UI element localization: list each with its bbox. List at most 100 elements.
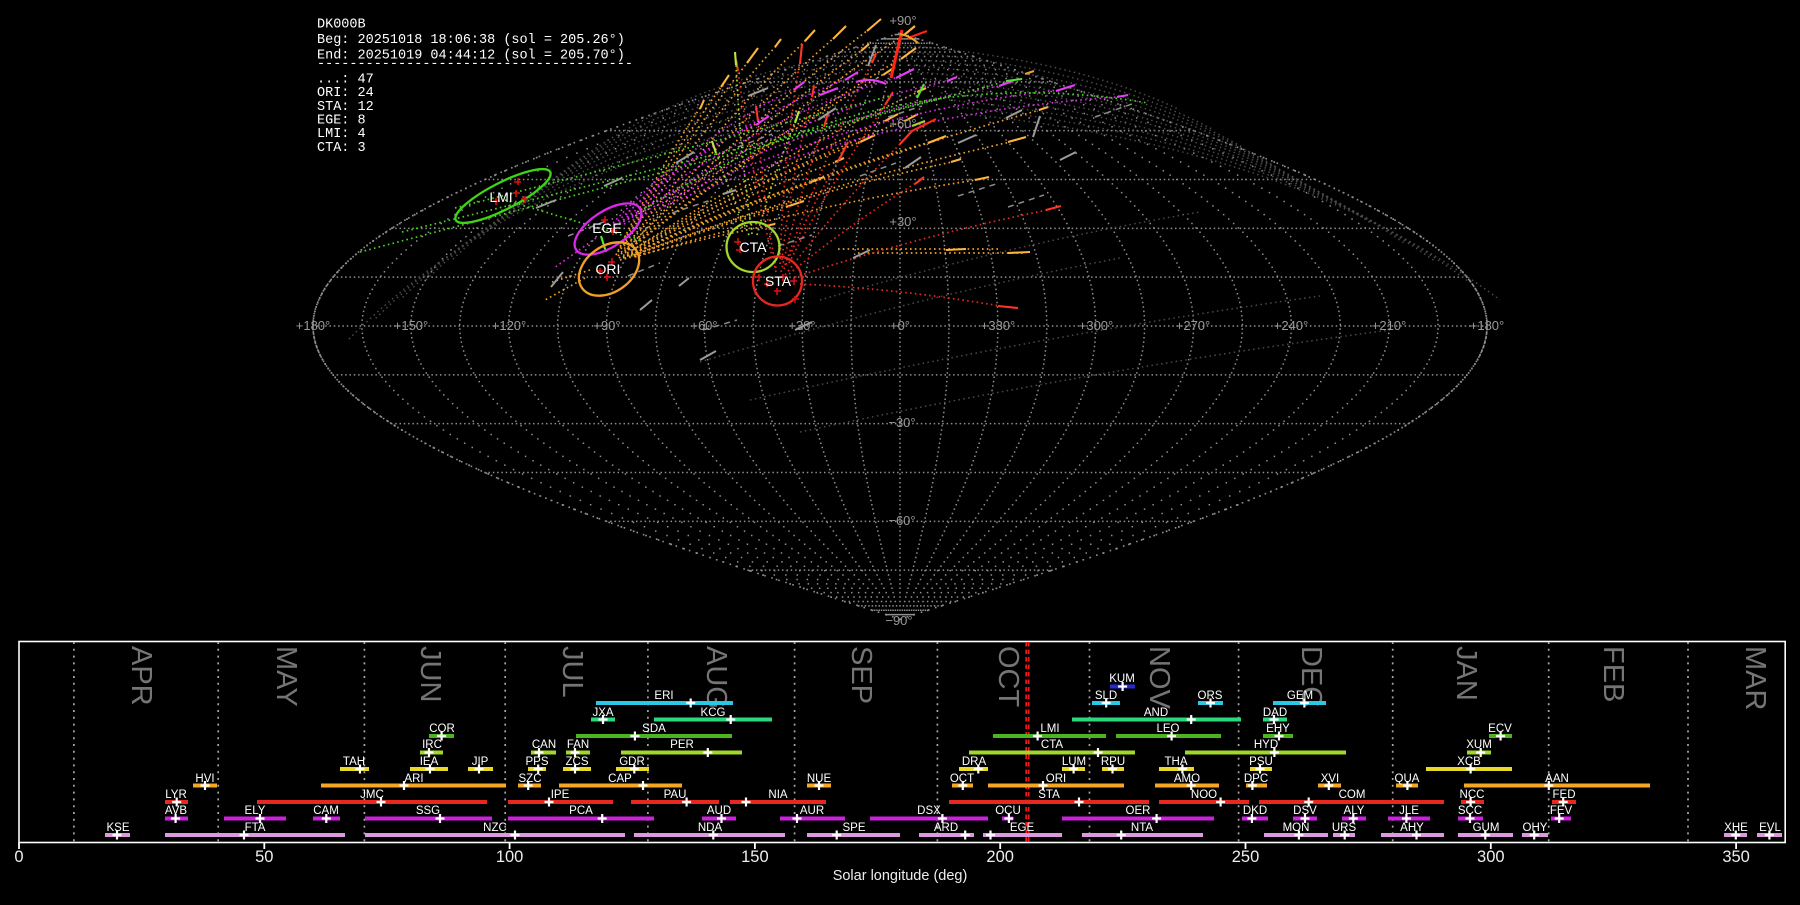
svg-text:LMI: LMI — [1040, 723, 1059, 735]
svg-text:0: 0 — [14, 848, 23, 866]
svg-text:AUR: AUR — [800, 805, 824, 817]
svg-text:−90°: −90° — [885, 613, 912, 628]
svg-text:ERI: ERI — [654, 690, 673, 702]
svg-text:FTA: FTA — [245, 822, 266, 834]
svg-text:+120°: +120° — [492, 318, 526, 333]
svg-text:NOV: NOV — [1143, 646, 1175, 710]
svg-text:MAR: MAR — [1739, 646, 1771, 710]
svg-text:IPE: IPE — [551, 789, 570, 801]
svg-text:CAN: CAN — [532, 739, 556, 751]
svg-text:JUN: JUN — [414, 646, 446, 702]
svg-text:AMO: AMO — [1174, 773, 1200, 785]
svg-text:------------------------------: --------------------------------------- — [317, 57, 633, 72]
svg-text:AUD: AUD — [707, 805, 731, 817]
svg-text:200: 200 — [986, 848, 1014, 866]
svg-text:−60°: −60° — [888, 513, 915, 528]
svg-text:ZCS: ZCS — [566, 756, 589, 768]
svg-text:+240°: +240° — [1274, 318, 1308, 333]
svg-text:STA: STA — [1038, 789, 1060, 801]
svg-text:+180°: +180° — [296, 318, 330, 333]
svg-text:CAP: CAP — [608, 773, 632, 785]
svg-text:LMI: LMI — [489, 189, 512, 205]
svg-text:150: 150 — [741, 848, 769, 866]
svg-text:CTA: 3: CTA: 3 — [317, 141, 366, 156]
svg-text:SSG: SSG — [416, 805, 440, 817]
svg-text:NZC: NZC — [483, 822, 507, 834]
svg-text:+150°: +150° — [394, 318, 428, 333]
svg-text:LEO: LEO — [1156, 723, 1179, 735]
svg-text:+300°: +300° — [1079, 318, 1113, 333]
svg-text:+90°: +90° — [593, 318, 620, 333]
svg-text:ORI: 24: ORI: 24 — [317, 86, 374, 101]
svg-text:DKD: DKD — [1243, 805, 1267, 817]
svg-text:MON: MON — [1283, 822, 1310, 834]
svg-text:KSE: KSE — [106, 822, 129, 834]
svg-text:ARI: ARI — [404, 773, 423, 785]
svg-text:AUG: AUG — [700, 646, 732, 709]
svg-text:ORI: ORI — [1046, 773, 1066, 785]
svg-text:PCA: PCA — [569, 805, 593, 817]
svg-text:GDR: GDR — [619, 756, 645, 768]
svg-text:SPE: SPE — [842, 822, 865, 834]
svg-text:JLE: JLE — [1399, 805, 1419, 817]
svg-text:+0°: +0° — [890, 318, 910, 333]
svg-text:KCG: KCG — [701, 707, 726, 719]
svg-text:+60°: +60° — [889, 116, 916, 131]
svg-text:JAN: JAN — [1450, 646, 1482, 701]
svg-text:LMI: 4: LMI: 4 — [317, 127, 366, 142]
svg-text:Beg: 20251018 18:06:38 (sol =: Beg: 20251018 18:06:38 (sol = 205.26°) — [317, 33, 625, 48]
svg-text:Solar longitude (deg): Solar longitude (deg) — [833, 868, 968, 884]
svg-text:+330°: +330° — [981, 318, 1015, 333]
svg-text:AHY: AHY — [1400, 822, 1424, 834]
svg-text:XVI: XVI — [1321, 773, 1340, 785]
svg-text:CTA: CTA — [1041, 739, 1063, 751]
svg-text:OER: OER — [1126, 805, 1151, 817]
svg-text:JIP: JIP — [472, 756, 489, 768]
svg-text:100: 100 — [496, 848, 524, 866]
svg-text:ARD: ARD — [934, 822, 958, 834]
svg-text:XCB: XCB — [1457, 756, 1481, 768]
svg-text:IRC: IRC — [422, 739, 442, 751]
svg-text:SEP: SEP — [845, 646, 877, 704]
svg-text:NCC: NCC — [1460, 789, 1485, 801]
svg-text:MAY: MAY — [270, 646, 302, 707]
svg-text:CTA: CTA — [740, 239, 768, 255]
svg-text:+90°: +90° — [889, 13, 916, 28]
svg-text:DSX: DSX — [917, 805, 941, 817]
svg-text:350: 350 — [1722, 848, 1750, 866]
svg-text:EGE: EGE — [592, 220, 622, 236]
svg-text:NOO: NOO — [1191, 789, 1217, 801]
svg-text:−30°: −30° — [888, 415, 915, 430]
svg-text:50: 50 — [255, 848, 273, 866]
svg-text:JUL: JUL — [556, 646, 588, 698]
svg-text:EGE: EGE — [1010, 822, 1035, 834]
svg-text:DPC: DPC — [1244, 773, 1268, 785]
svg-text:DK000B: DK000B — [317, 17, 366, 32]
svg-text:PER: PER — [670, 739, 694, 751]
svg-text:NIA: NIA — [768, 789, 788, 801]
svg-text:+30°: +30° — [788, 318, 815, 333]
svg-text:SDA: SDA — [642, 723, 666, 735]
svg-text:FEV: FEV — [1550, 805, 1573, 817]
svg-text:AND: AND — [1144, 707, 1168, 719]
svg-text:OCT: OCT — [992, 646, 1024, 708]
svg-text:NDA: NDA — [698, 822, 723, 834]
svg-text:THA: THA — [1165, 756, 1188, 768]
svg-text:+270°: +270° — [1176, 318, 1210, 333]
svg-text:FAN: FAN — [567, 739, 589, 751]
svg-text:FEB: FEB — [1597, 646, 1629, 702]
svg-text:APR: APR — [125, 646, 157, 706]
svg-text:+180°: +180° — [1470, 318, 1504, 333]
svg-text:STA: STA — [765, 273, 792, 289]
svg-text:SZC: SZC — [519, 773, 542, 785]
svg-text:250: 250 — [1232, 848, 1260, 866]
svg-text:COM: COM — [1339, 789, 1366, 801]
svg-text:ELY: ELY — [245, 805, 266, 817]
svg-text:+60°: +60° — [690, 318, 717, 333]
svg-text:PAU: PAU — [664, 789, 687, 801]
svg-text:ORI: ORI — [596, 261, 621, 277]
svg-text:DRA: DRA — [962, 756, 987, 768]
svg-text:XUM: XUM — [1466, 739, 1492, 751]
svg-text:300: 300 — [1477, 848, 1505, 866]
svg-text:+30°: +30° — [889, 214, 916, 229]
